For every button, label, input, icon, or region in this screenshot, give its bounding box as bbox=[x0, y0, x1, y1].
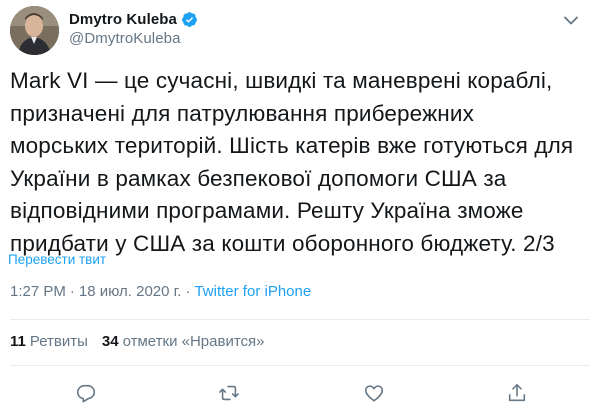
tweet-meta: 1:27 PM · 18 июл. 2020 г. · Twitter for … bbox=[10, 283, 311, 300]
tweet-actions bbox=[10, 379, 590, 407]
meta-separator: · bbox=[69, 283, 75, 300]
likes-stat[interactable]: 34 отметки «Нравится» bbox=[102, 333, 265, 350]
translate-tweet-link[interactable]: Перевести твит bbox=[8, 252, 106, 267]
tweet-time[interactable]: 1:27 PM bbox=[10, 283, 66, 300]
user-name-row[interactable]: Dmytro Kuleba bbox=[69, 9, 198, 29]
reply-icon[interactable] bbox=[71, 379, 101, 407]
tweet-source-link[interactable]: Twitter for iPhone bbox=[194, 283, 311, 300]
retweets-stat[interactable]: 11 Ретвиты bbox=[10, 333, 88, 350]
verified-badge-icon bbox=[181, 11, 198, 28]
tweet-stats: 11 Ретвиты 34 отметки «Нравится» bbox=[10, 333, 279, 350]
divider bbox=[10, 319, 590, 320]
divider bbox=[10, 365, 590, 366]
meta-separator: · bbox=[185, 283, 191, 300]
retweet-icon[interactable] bbox=[214, 379, 244, 407]
tweet-card: Dmytro Kuleba @DmytroKuleba Mark VI — це… bbox=[0, 0, 592, 415]
tweet-text: Mark VI — це сучасні, швидкі та маневрен… bbox=[10, 68, 574, 256]
share-icon[interactable] bbox=[502, 379, 532, 407]
likes-count: 34 bbox=[101, 333, 119, 350]
user-handle[interactable]: @DmytroKuleba bbox=[69, 30, 181, 47]
heart-icon[interactable] bbox=[359, 379, 389, 407]
retweets-count: 11 bbox=[10, 333, 26, 350]
retweets-label: Ретвиты bbox=[29, 333, 88, 350]
likes-label: отметки «Нравится» bbox=[122, 333, 265, 350]
avatar[interactable] bbox=[10, 6, 59, 55]
display-name[interactable]: Dmytro Kuleba bbox=[69, 11, 177, 28]
tweet-date[interactable]: 18 июл. 2020 г. bbox=[79, 283, 182, 300]
chevron-down-icon[interactable] bbox=[558, 10, 584, 30]
